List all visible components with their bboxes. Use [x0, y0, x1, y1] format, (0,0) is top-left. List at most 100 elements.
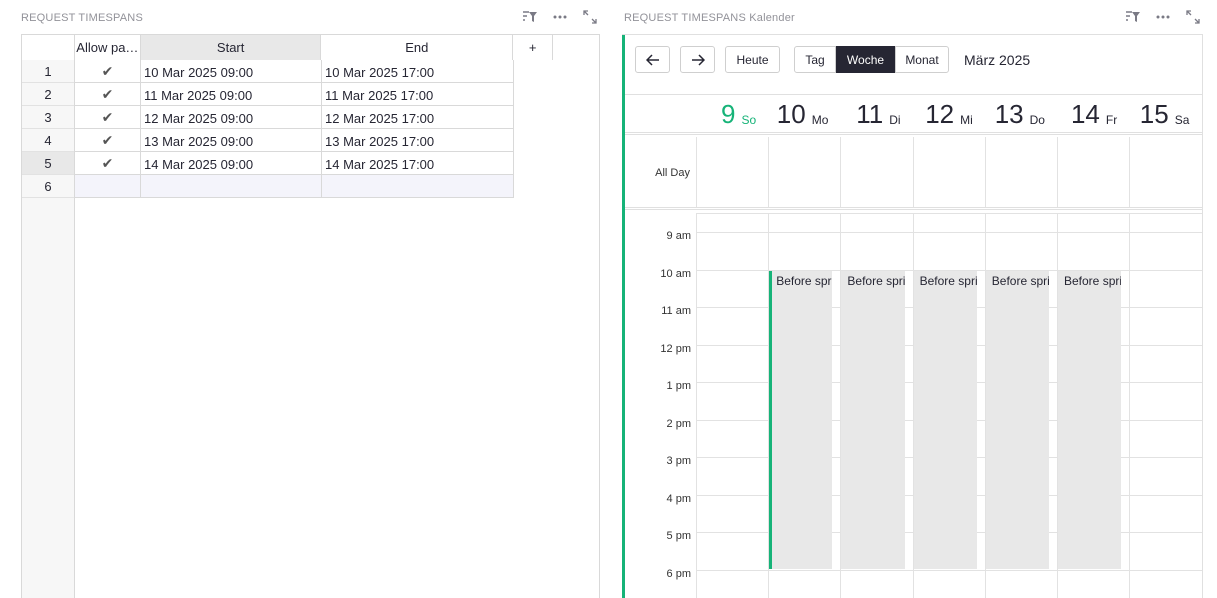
hour-line [696, 213, 1202, 214]
allow-cell[interactable]: ✔ [75, 83, 141, 105]
time-grid: 9 am 10 am 11 am 12 pm 1 pm 2 pm 3 pm 4 pm 5 pm 6… [625, 213, 1202, 598]
all-day-label: All Day [655, 167, 690, 179]
start-cell[interactable]: 13 Mar 2025 09:00 [141, 129, 322, 151]
end-cell[interactable]: 11 Mar 2025 17:00 [322, 83, 514, 105]
hour-label: 11 am [661, 305, 691, 317]
calendar-event[interactable]: Before spri [769, 270, 833, 569]
right-widget-title: REQUEST TIMESPANS Kalender [624, 12, 795, 24]
calendar-toolbar: Heute Tag Woche Monat März 2025 [635, 46, 1030, 73]
day-header-row: 9 So 10 Mo 11 Di 12 Mi 13 Do 14 Fr 15 Sa [625, 94, 1202, 135]
table-row[interactable]: ✔ 12 Mar 2025 09:00 12 Mar 2025 17:00 [75, 106, 514, 129]
view-day-button[interactable]: Tag [794, 46, 836, 73]
today-button[interactable]: Heute [725, 46, 780, 73]
more-icon[interactable] [552, 9, 568, 25]
hour-label: 3 pm [666, 455, 691, 467]
calendar-event[interactable]: Before spri [985, 270, 1049, 569]
view-week-button[interactable]: Woche [836, 46, 895, 73]
right-widget-icons [1125, 9, 1201, 25]
expand-icon[interactable] [1185, 9, 1201, 25]
corner-cell[interactable] [22, 35, 75, 60]
day-column-divider [912, 137, 914, 207]
table-row[interactable]: ✔ 14 Mar 2025 09:00 14 Mar 2025 17:00 [75, 152, 514, 175]
sort-filter-icon[interactable] [1125, 9, 1141, 25]
day-header-sa[interactable]: 15 Sa [1129, 95, 1201, 133]
day-number: 10 [776, 99, 806, 129]
start-cell[interactable]: 10 Mar 2025 09:00 [141, 60, 322, 82]
calendar-event[interactable]: Before spri [1058, 270, 1122, 569]
day-name: Mo [811, 113, 829, 127]
hour-label: 4 pm [666, 492, 691, 505]
add-column-button[interactable]: + [513, 35, 554, 60]
timespans-table: Allow pa… Start End + 1 2 3 4 5 6 ✔ 10 M… [21, 34, 600, 598]
day-column-divider [768, 137, 770, 207]
column-header-end[interactable]: End [321, 35, 514, 60]
day-number: 12 [925, 99, 955, 129]
hour-line [696, 232, 1202, 233]
day-number: 9 [721, 99, 736, 129]
row-number[interactable]: 2 [22, 83, 74, 106]
day-number: 15 [1139, 99, 1169, 129]
day-column-divider [696, 137, 697, 207]
row-number[interactable]: 5 [22, 152, 74, 175]
column-header-start[interactable]: Start [140, 35, 322, 60]
day-name: Fr [1105, 113, 1118, 127]
day-column-divider [840, 137, 842, 207]
day-header-mo[interactable]: 10 Mo [768, 95, 840, 133]
calendar-title: März 2025 [964, 51, 1031, 68]
start-cell[interactable]: 14 Mar 2025 09:00 [141, 152, 322, 174]
hour-label: 1 pm [666, 380, 691, 392]
expand-icon[interactable] [582, 9, 598, 25]
day-number: 14 [1070, 99, 1100, 129]
new-allow-cell[interactable] [75, 175, 141, 197]
day-name: So [741, 113, 757, 127]
view-month-button[interactable]: Monat [895, 46, 949, 73]
new-start-cell[interactable] [141, 175, 322, 197]
start-cell[interactable]: 12 Mar 2025 09:00 [141, 106, 322, 128]
header-filler [553, 35, 600, 60]
calendar-event[interactable]: Before spri [913, 270, 977, 569]
sort-filter-icon[interactable] [522, 9, 538, 25]
calendar-event[interactable]: Before spri [841, 270, 905, 569]
end-cell[interactable]: 12 Mar 2025 17:00 [322, 106, 514, 128]
next-button[interactable] [680, 46, 715, 73]
all-day-row: All Day [625, 137, 1202, 210]
row-number[interactable]: 3 [22, 106, 74, 129]
new-row-number[interactable]: 6 [22, 175, 74, 198]
allow-cell[interactable]: ✔ [75, 129, 141, 151]
day-header-fr[interactable]: 14 Fr [1057, 95, 1129, 133]
hour-label: 6 pm [666, 567, 691, 580]
day-header-mi[interactable]: 12 Mi [913, 95, 985, 133]
table-row[interactable]: ✔ 11 Mar 2025 09:00 11 Mar 2025 17:00 [75, 83, 514, 106]
hour-label: 10 am [660, 267, 691, 280]
row-number[interactable]: 4 [22, 129, 74, 152]
table-row[interactable]: ✔ 13 Mar 2025 09:00 13 Mar 2025 17:00 [75, 129, 514, 152]
more-icon[interactable] [1155, 9, 1171, 25]
allow-cell[interactable]: ✔ [75, 106, 141, 128]
column-header-allow[interactable]: Allow pa… [74, 35, 141, 60]
day-name: Do [1029, 113, 1045, 127]
day-header-do[interactable]: 13 Do [985, 95, 1057, 133]
new-end-cell[interactable] [322, 175, 514, 197]
hour-label: 2 pm [666, 417, 691, 430]
end-cell[interactable]: 13 Mar 2025 17:00 [322, 129, 514, 151]
day-column-divider [984, 137, 986, 207]
table-row[interactable]: ✔ 10 Mar 2025 09:00 10 Mar 2025 17:00 [75, 60, 514, 83]
row-number[interactable]: 1 [22, 60, 74, 83]
day-header-so[interactable]: 9 So [696, 95, 768, 133]
end-cell[interactable]: 14 Mar 2025 17:00 [322, 152, 514, 174]
hour-label: 9 am [666, 230, 691, 242]
day-header-di[interactable]: 11 Di [840, 95, 912, 133]
day-column-divider [1129, 213, 1131, 598]
end-cell[interactable]: 10 Mar 2025 17:00 [322, 60, 514, 82]
table-header: Allow pa… Start End + [22, 35, 600, 60]
hour-line [696, 569, 1202, 571]
allow-cell[interactable]: ✔ [75, 152, 141, 174]
new-table-row[interactable] [75, 175, 514, 198]
arrow-left-icon [645, 53, 659, 66]
day-column-divider [1057, 137, 1058, 207]
prev-button[interactable] [635, 46, 670, 73]
day-number: 11 [856, 99, 884, 129]
hour-label: 5 pm [666, 530, 691, 542]
start-cell[interactable]: 11 Mar 2025 09:00 [141, 83, 322, 105]
allow-cell[interactable]: ✔ [75, 60, 141, 82]
